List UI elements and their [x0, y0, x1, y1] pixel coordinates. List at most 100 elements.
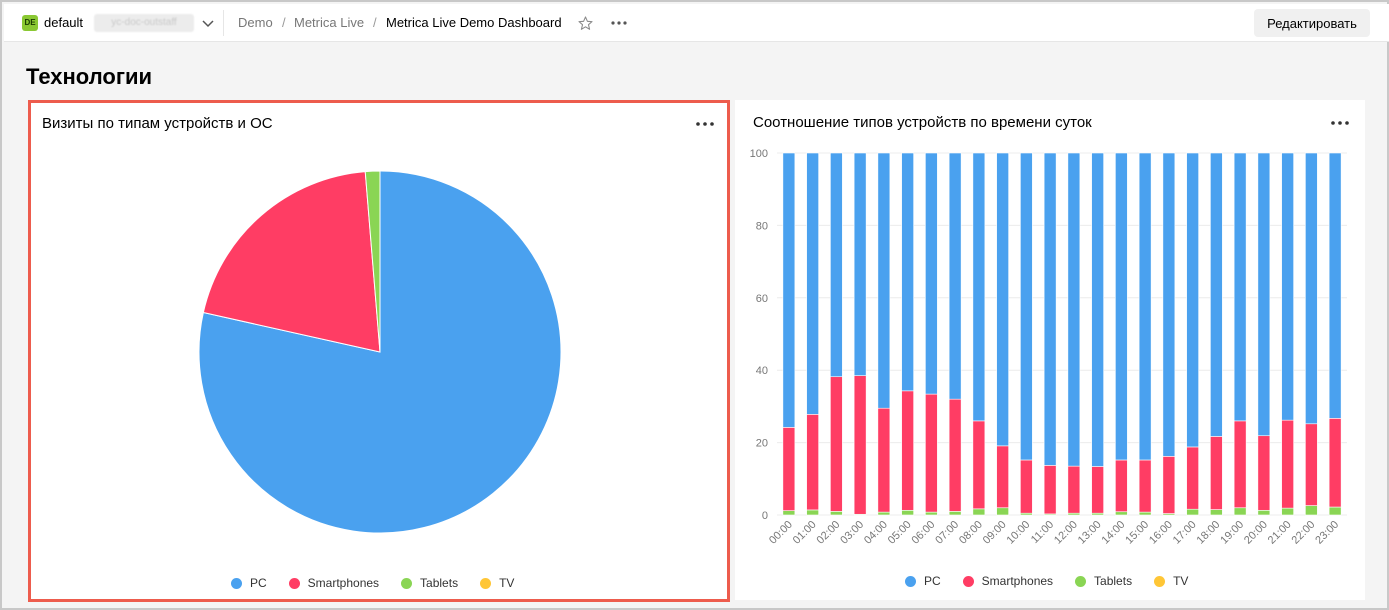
bar-segment-smartphones[interactable]	[1186, 446, 1199, 510]
bar-segment-pc[interactable]	[1210, 152, 1223, 437]
bar-segment-pc[interactable]	[1043, 152, 1057, 466]
bar-segment-pc[interactable]	[901, 152, 914, 392]
bar-segment-smartphones[interactable]	[972, 420, 986, 510]
breadcrumb-metrica-live[interactable]: Metrica Live	[294, 15, 364, 30]
bar-segment-pc[interactable]	[830, 152, 843, 378]
bar-segment-smartphones[interactable]	[1328, 418, 1342, 508]
bar-segment-pc[interactable]	[1138, 152, 1152, 461]
bar-segment-tablets[interactable]	[830, 511, 843, 516]
bar-segment-pc[interactable]	[948, 152, 962, 400]
x-tick-label: 19:00	[1218, 519, 1246, 547]
bar-segment-smartphones[interactable]	[1043, 465, 1057, 515]
bar-segment-pc[interactable]	[1067, 152, 1081, 467]
bar-segment-smartphones[interactable]	[1138, 459, 1152, 513]
bar-segment-smartphones[interactable]	[901, 390, 914, 511]
bar-segment-tablets[interactable]	[948, 511, 962, 516]
bar-segment-pc[interactable]	[1328, 152, 1342, 419]
bar-segment-pc[interactable]	[1162, 152, 1176, 457]
bar-segment-tablets[interactable]	[1186, 508, 1199, 516]
x-tick-label: 20:00	[1242, 519, 1270, 547]
bar-segment-tablets[interactable]	[1281, 507, 1294, 516]
x-tick-label: 16:00	[1147, 519, 1175, 547]
bar-segment-tablets[interactable]	[1257, 509, 1271, 516]
workspace-tenant[interactable]: yc-doc-outstaff	[94, 14, 194, 32]
bar-segment-tablets[interactable]	[901, 509, 914, 516]
legend-label: Smartphones	[307, 576, 380, 590]
x-tick-label: 21:00	[1266, 519, 1294, 547]
bar-segment-smartphones[interactable]	[948, 398, 962, 512]
bar-segment-pc[interactable]	[1281, 152, 1294, 421]
breadcrumb-separator: /	[282, 15, 286, 30]
workspace-badge[interactable]: DE	[22, 15, 38, 31]
bar-segment-tablets[interactable]	[877, 511, 891, 516]
legend-dot	[962, 575, 974, 587]
bar-segment-smartphones[interactable]	[925, 393, 938, 513]
bar-segment-smartphones[interactable]	[1233, 420, 1247, 509]
bar-segment-tablets[interactable]	[806, 509, 819, 516]
more-options-icon[interactable]	[610, 15, 628, 31]
x-tick-label: 14:00	[1100, 519, 1128, 547]
bar-segment-smartphones[interactable]	[1162, 456, 1176, 514]
workspace-name[interactable]: default	[44, 15, 83, 30]
bar-segment-tablets[interactable]	[1328, 506, 1342, 516]
bar-segment-smartphones[interactable]	[1091, 466, 1104, 514]
bar-segment-pc[interactable]	[996, 152, 1009, 447]
bar-segment-pc[interactable]	[1233, 152, 1247, 422]
star-icon[interactable]	[577, 15, 594, 32]
legend-item-smartphones[interactable]: Smartphones	[288, 576, 380, 590]
bar-segment-pc[interactable]	[925, 152, 938, 395]
x-tick-label: 01:00	[791, 519, 819, 547]
bar-segment-pc[interactable]	[853, 152, 867, 376]
bar-segment-smartphones[interactable]	[1305, 423, 1318, 506]
bar-segment-tablets[interactable]	[1115, 511, 1128, 516]
legend-item-pc[interactable]: PC	[231, 576, 267, 590]
legend-item-tablets[interactable]: Tablets	[1075, 574, 1132, 588]
pie-legend: PC Smartphones Tablets TV	[231, 576, 536, 590]
x-tick-label: 00:00	[767, 519, 795, 547]
legend-item-tv[interactable]: TV	[1154, 574, 1188, 588]
bar-segment-tablets[interactable]	[1233, 507, 1247, 516]
bar-segment-smartphones[interactable]	[853, 375, 867, 515]
bar-segment-smartphones[interactable]	[877, 407, 891, 513]
legend-item-pc[interactable]: PC	[905, 574, 941, 588]
bar-segment-pc[interactable]	[1020, 152, 1033, 461]
bar-segment-pc[interactable]	[1305, 152, 1318, 425]
y-tick-label: 20	[756, 438, 768, 450]
breadcrumb-demo[interactable]: Demo	[238, 15, 273, 30]
chevron-down-icon[interactable]	[200, 15, 216, 31]
x-tick-label: 02:00	[815, 519, 843, 547]
bar-segment-pc[interactable]	[806, 152, 819, 415]
bar-segment-pc[interactable]	[1257, 152, 1271, 437]
bar-segment-smartphones[interactable]	[1210, 436, 1223, 510]
legend-item-tv[interactable]: TV	[480, 576, 514, 590]
legend-item-smartphones[interactable]: Smartphones	[962, 574, 1053, 588]
bar-segment-smartphones[interactable]	[1281, 419, 1294, 509]
bar-segment-smartphones[interactable]	[806, 414, 819, 511]
bar-segment-pc[interactable]	[972, 152, 986, 422]
bar-segment-pc[interactable]	[1091, 152, 1104, 467]
bar-segment-smartphones[interactable]	[1257, 435, 1271, 511]
bar-segment-tablets[interactable]	[996, 507, 1009, 516]
pie-chart-widget[interactable]: Визиты по типам устройств и ОС PC Smartp…	[28, 100, 730, 602]
bar-segment-tablets[interactable]	[1305, 505, 1318, 516]
bar-segment-smartphones[interactable]	[996, 445, 1009, 509]
edit-button[interactable]: Редактировать	[1254, 9, 1370, 37]
bar-segment-smartphones[interactable]	[1020, 459, 1033, 514]
bar-segment-tablets[interactable]	[1210, 509, 1223, 516]
bar-segment-smartphones[interactable]	[1115, 459, 1128, 513]
bar-segment-tablets[interactable]	[1138, 511, 1152, 516]
bar-segment-tablets[interactable]	[782, 510, 796, 516]
bar-segment-pc[interactable]	[1186, 152, 1199, 448]
bar-segment-smartphones[interactable]	[830, 376, 843, 512]
bar-segment-smartphones[interactable]	[782, 427, 796, 511]
legend-label: TV	[1173, 574, 1189, 588]
bar-segment-tablets[interactable]	[972, 508, 986, 516]
legend-item-tablets[interactable]: Tablets	[401, 576, 458, 590]
bar-segment-smartphones[interactable]	[1067, 465, 1081, 514]
stacked-bar-chart-widget[interactable]: Соотношение типов устройств по времени с…	[735, 100, 1365, 600]
legend-dot	[231, 577, 242, 589]
bar-segment-tablets[interactable]	[925, 511, 938, 516]
bar-segment-pc[interactable]	[782, 152, 796, 428]
bar-segment-pc[interactable]	[1115, 152, 1128, 461]
bar-segment-pc[interactable]	[877, 152, 891, 409]
